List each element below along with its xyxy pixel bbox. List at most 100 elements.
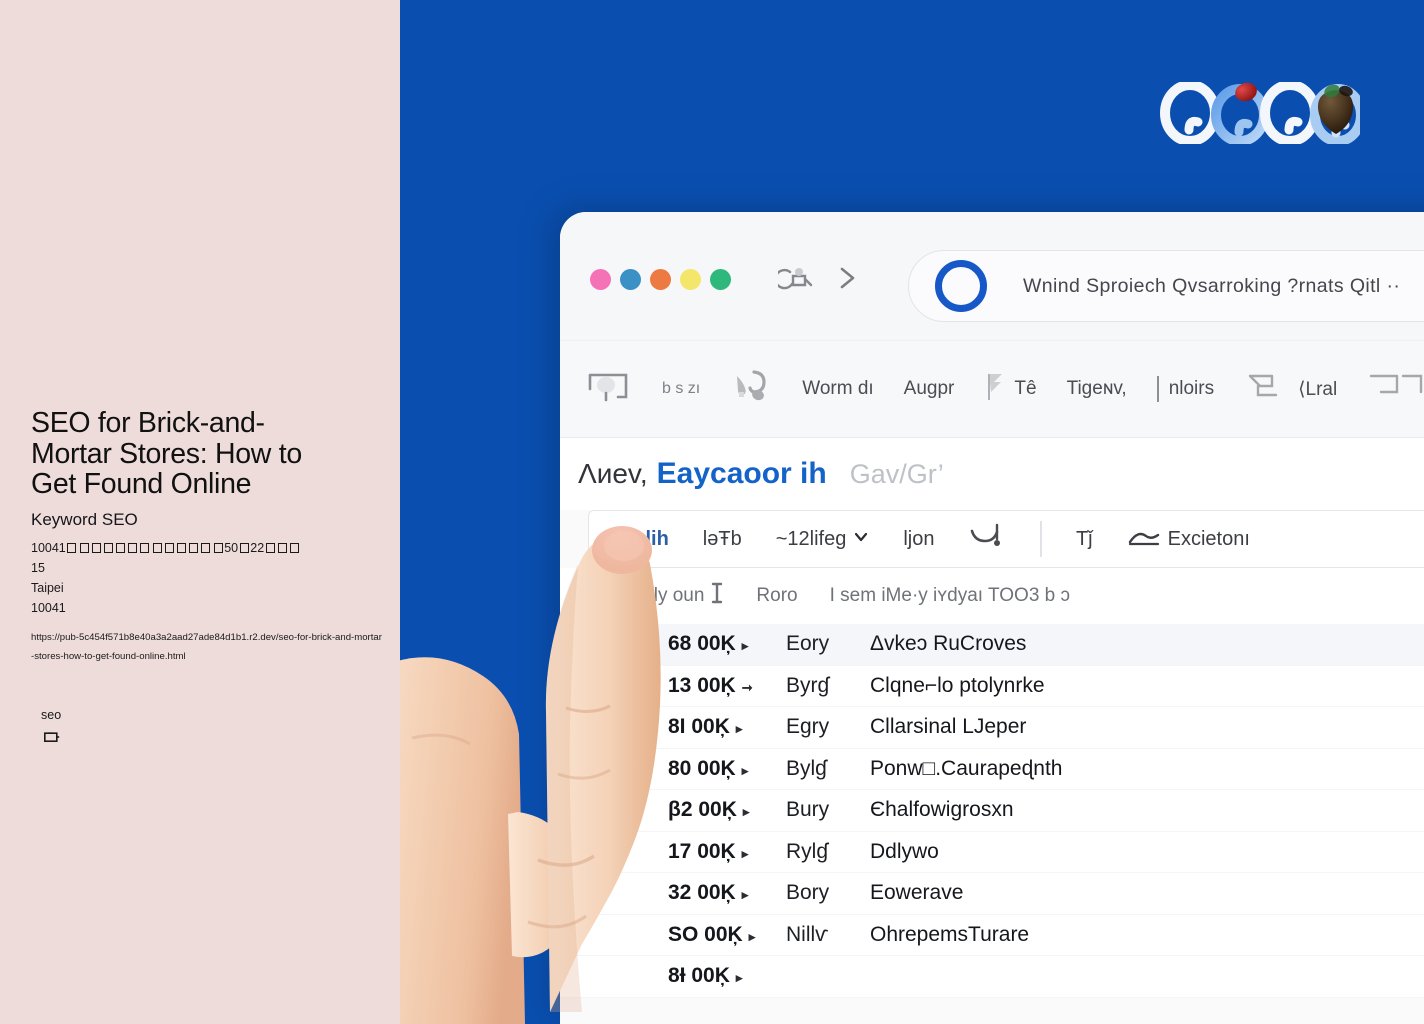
box-glyph-icon (1244, 368, 1290, 410)
row-difficulty: Eory (786, 632, 830, 656)
trend-arrow-icon: ▸ (741, 638, 749, 654)
toolbar-item-1[interactable]: b s zı (662, 380, 700, 398)
filter-item-6[interactable]: Excietonı (1127, 525, 1250, 553)
filter-item-4[interactable] (968, 521, 1006, 557)
toolbar-item-6[interactable]: Tigeɴv, (1067, 378, 1127, 400)
filter-item-5[interactable]: Tǰ (1076, 528, 1093, 551)
toolbar-item-3[interactable]: Worm dı (802, 378, 873, 400)
toolbar-item-4[interactable]: Augpr (904, 378, 955, 400)
missing-glyph-box (116, 542, 126, 553)
row-term: Cllarsinal LJeper (870, 715, 1027, 739)
toolbar-item-7[interactable]: nloirs (1156, 376, 1215, 402)
brand-logo (1160, 80, 1366, 146)
missing-glyph-box (164, 542, 174, 553)
city-name: Taipei (31, 580, 64, 595)
missing-glyph-box (201, 542, 211, 553)
postal-code: 10041 (31, 600, 66, 615)
row-term: Clqne⌐lo ptolynrke (870, 673, 1045, 697)
missing-glyph-box (213, 542, 223, 553)
toolbar-item-5[interactable]: Tê (984, 368, 1037, 410)
browser-logo-ring-icon (935, 260, 987, 312)
filter-item-1[interactable]: lǝŦb (703, 528, 742, 551)
address-line: 10041 50 22 (31, 538, 383, 558)
trend-arrow-icon: ▸ (748, 928, 756, 944)
dot-green[interactable] (710, 269, 731, 290)
toolbar-item-5-label: Tê (1014, 378, 1037, 399)
browser-chrome-bar: Wnind Sproiech Qvsarroking ?rnats Qitl ·… (560, 212, 1424, 340)
missing-glyph-box (79, 542, 89, 553)
row-term: Eowerave (870, 881, 964, 905)
missing-glyph-box (152, 542, 162, 553)
tag-label: seo (41, 708, 62, 722)
toolbar-item-2[interactable] (730, 367, 772, 411)
missing-glyph-box (91, 542, 101, 553)
row-term: OhrepemsTurare (870, 922, 1030, 946)
address-prefix: 10041 (31, 540, 66, 555)
trend-arrow-icon: ▸ (735, 970, 743, 986)
street-number: 15 (31, 560, 45, 575)
screenshot-stage: Wnind Sproiech Qvsarroking ?rnats Qitl ·… (0, 0, 1424, 1024)
address-tofu-run-2 (238, 538, 250, 558)
missing-glyph-box (128, 542, 138, 553)
missing-glyph-box (103, 542, 113, 553)
address-mid-2: 22 (250, 540, 265, 555)
filter-item-6-label: Excietonı (1167, 527, 1250, 550)
filter-divider (1040, 521, 1042, 557)
row-term-prefix: Δvkeɔ (870, 632, 928, 656)
toolbar-item-8[interactable]: ⟨Lral (1244, 368, 1337, 410)
missing-glyph-box (189, 542, 199, 553)
row-difficulty: Egry (786, 715, 830, 739)
trend-arrow-icon: ▸ (741, 887, 749, 903)
chevron-right-icon[interactable] (834, 262, 860, 294)
address-bar[interactable]: Wnind Sproiech Qvsarroking ?rnats Qitl ·… (908, 250, 1424, 322)
left-info-panel: SEO for Brick-and-Mortar Stores: How to … (0, 0, 400, 1024)
pointing-hand-photo (388, 512, 708, 1024)
page-heading: Λиev, Eaycaoor ih Gav/Gr’ (560, 438, 1424, 510)
row-difficulty: Nillѵ (786, 922, 829, 946)
text-cursor-icon (710, 581, 724, 611)
dot-yellow[interactable] (680, 269, 701, 290)
address-bar-value: Wnind Sproiech Qvsarroking ?rnats Qitl ·… (1023, 274, 1401, 297)
dot-orange[interactable] (650, 269, 671, 290)
trend-arrow-icon: ▸ (741, 845, 749, 861)
navigation-controls (774, 262, 860, 294)
toolbar-item-7-label: nloirs (1168, 378, 1215, 399)
row-difficulty: Bylɠ (786, 756, 827, 780)
row-term: Ponw□.Caurapeɖnth (870, 756, 1063, 780)
heading-gray-part: Gav/Gr’ (849, 458, 944, 489)
panel-glyph-icon (1367, 368, 1424, 410)
missing-glyph-box (67, 542, 77, 553)
card-icon (44, 730, 60, 743)
missing-glyph-box (290, 542, 300, 553)
flag-glyph-icon (984, 368, 1006, 410)
trend-arrow-icon: ▸ (741, 762, 749, 778)
page-title: SEO for Brick-and-Mortar Stores: How to … (31, 407, 302, 500)
source-url: https://pub-5c454f571b8e40a3a2aad27ade84… (31, 631, 382, 662)
row-difficulty: Rylɠ (786, 839, 829, 863)
missing-glyph-box (140, 542, 150, 553)
curve-glyph-icon (1127, 525, 1161, 553)
filter-item-3[interactable]: ljon (903, 528, 934, 551)
cart-glyph-icon (968, 521, 1006, 557)
row-term: Δvkeɔ RuCroves (870, 632, 1026, 656)
filter-item-2[interactable]: ~12lifeg (776, 528, 870, 551)
toolbar-item-0[interactable] (584, 367, 632, 411)
missing-glyph-box (277, 542, 287, 553)
address-tofu-run-1 (66, 538, 224, 558)
row-term: Ddlywo (870, 839, 939, 863)
subheader-item-2: I sem iMe·y iʏdyaı TOO3 b ɔ (829, 585, 1071, 606)
subheader-item-1: Roro (756, 585, 798, 606)
dot-blue[interactable] (620, 269, 641, 290)
filter-toolbar: hvalih lǝŦb ~12lifeg ljon (588, 510, 1424, 568)
row-difficulty: Bury (786, 798, 830, 822)
window-control-dots (590, 269, 731, 290)
back-refresh-icon[interactable] (774, 262, 814, 294)
bookmarks-toolbar: b s zı Worm dı Augpr Tê Tigeɴv, nloirs ⟨… (560, 340, 1424, 438)
missing-glyph-box (239, 542, 249, 553)
dot-pink[interactable] (590, 269, 611, 290)
trend-arrow-icon: ▸ (735, 721, 743, 737)
address-mid: 50 (224, 540, 239, 555)
missing-glyph-box (265, 542, 275, 553)
toolbar-item-9[interactable] (1367, 368, 1424, 410)
row-term-value: RuCroves (933, 632, 1027, 656)
